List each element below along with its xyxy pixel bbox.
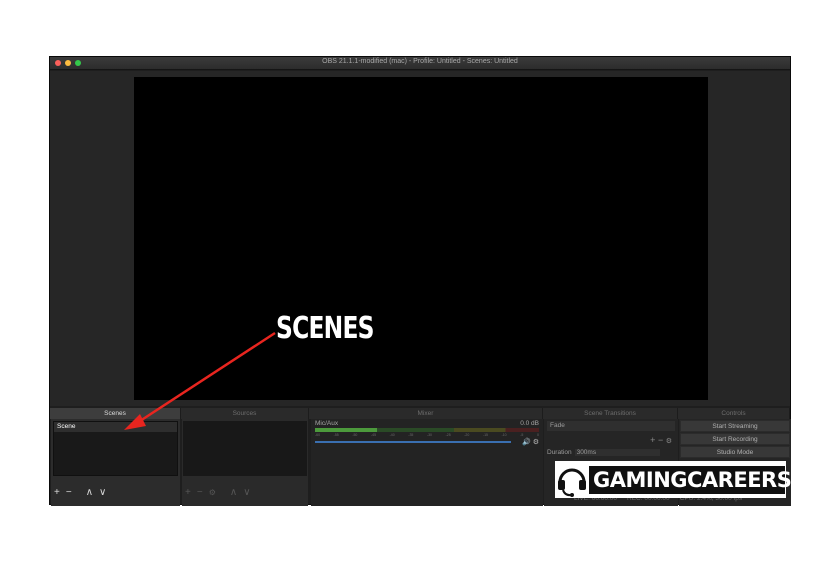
title-bar: OBS 21.1.1-modified (mac) - Profile: Unt… (50, 57, 790, 70)
gear-icon[interactable]: ⚙ (209, 488, 216, 498)
transition-select[interactable]: Fade (547, 421, 675, 431)
move-source-down-button[interactable]: ∨ (243, 488, 250, 498)
sources-panel: + − ⚙ ∧ ∨ (182, 419, 308, 506)
start-recording-button[interactable]: Start Recording (680, 433, 790, 445)
move-scene-up-button[interactable]: ∧ (86, 488, 93, 498)
mixer-panel: Mic/Aux 0.0 dB -60 -55 -50 -45 -40 -35 -… (311, 419, 543, 506)
obs-window: OBS 21.1.1-modified (mac) - Profile: Unt… (49, 56, 791, 506)
remove-source-button[interactable]: − (197, 488, 203, 498)
add-source-button[interactable]: + (185, 488, 191, 498)
move-source-up-button[interactable]: ∧ (230, 488, 237, 498)
scenes-header[interactable]: Scenes (50, 408, 181, 419)
sources-header[interactable]: Sources (181, 408, 309, 419)
add-scene-button[interactable]: + (54, 488, 60, 498)
sources-toolbar: + − ⚙ ∧ ∨ (185, 488, 251, 498)
duration-row: Duration 300ms (547, 449, 660, 456)
source-list[interactable] (183, 421, 307, 476)
meter-tick: -40 (389, 433, 395, 437)
duration-field[interactable]: 300ms (574, 449, 660, 456)
move-scene-down-button[interactable]: ∨ (99, 488, 106, 498)
studio-mode-button[interactable]: Studio Mode (680, 446, 790, 458)
meter-tick: -20 (464, 433, 470, 437)
window-title: OBS 21.1.1-modified (mac) - Profile: Unt… (322, 58, 518, 65)
meter-tick: -25 (445, 433, 451, 437)
remove-scene-button[interactable]: − (66, 488, 72, 498)
scenes-callout-label: SCENES (276, 311, 375, 346)
gear-icon[interactable]: ⚙ (666, 438, 672, 445)
scenes-toolbar: + − ∧ ∨ (54, 488, 106, 498)
brand-logo: GAMINGCAREERS.NET (555, 461, 823, 498)
meter-tick: -50 (352, 433, 358, 437)
meter-tick: -30 (426, 433, 432, 437)
meter-tick: -10 (501, 433, 507, 437)
transitions-header[interactable]: Scene Transitions (543, 408, 678, 419)
meter-tick: -35 (408, 433, 414, 437)
mixer-level-readout: 0.0 dB (520, 420, 539, 427)
meter-tick: -45 (370, 433, 377, 437)
transition-toolbar: + − ⚙ (650, 435, 672, 445)
preview-area (50, 71, 790, 406)
controls-header[interactable]: Controls (678, 408, 790, 419)
meter-ticks: -60 -55 -50 -45 -40 -35 -30 -25 -20 -15 … (315, 433, 539, 438)
mixer-channel-name: Mic/Aux (315, 420, 339, 427)
meter-tick: -55 (333, 433, 339, 437)
volume-meter-fill (315, 428, 377, 432)
list-item[interactable]: Scene (54, 422, 177, 432)
start-streaming-button[interactable]: Start Streaming (680, 420, 790, 432)
meter-tick: -60 (315, 433, 321, 437)
dock-headers: Scenes Sources Mixer Scene Transitions C… (50, 408, 790, 419)
brand-name: GAMINGCAREERS (593, 467, 792, 492)
gear-icon[interactable]: ⚙ (533, 439, 539, 446)
mixer-header[interactable]: Mixer (309, 408, 543, 419)
scene-list[interactable]: Scene (53, 421, 178, 476)
duration-label: Duration (547, 449, 572, 456)
volume-slider[interactable] (315, 441, 511, 443)
mixer-icons: 🔊 ⚙ (522, 438, 539, 446)
meter-tick: -15 (482, 433, 488, 437)
brand-wordmark: GAMINGCAREERS.NET (589, 465, 823, 494)
remove-transition-button[interactable]: − (658, 435, 663, 445)
speaker-icon[interactable]: 🔊 (522, 439, 531, 446)
headset-icon (558, 468, 586, 497)
scenes-panel: Scene + − ∧ ∨ (51, 419, 180, 506)
brand-tld: .NET (791, 475, 823, 491)
page: OBS 21.1.1-modified (mac) - Profile: Unt… (0, 0, 840, 572)
add-transition-button[interactable]: + (650, 435, 655, 445)
preview-canvas[interactable] (134, 77, 708, 400)
